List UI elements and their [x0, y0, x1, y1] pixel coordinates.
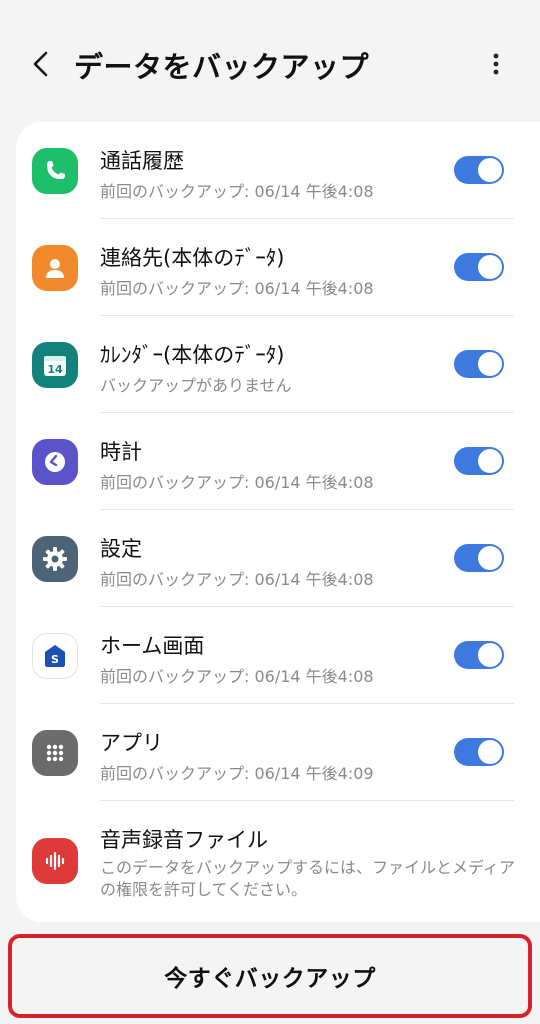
toggle-knob [478, 255, 502, 279]
more-options-button[interactable] [484, 48, 508, 80]
item-subtitle: 前回のバックアップ: 06/14 午後4:08 [100, 182, 374, 201]
item-subtitle: 前回のバックアップ: 06/14 午後4:08 [100, 570, 374, 589]
page-title: データをバックアップ [74, 50, 370, 84]
item-subtitle: 前回のバックアップ: 06/14 午後4:09 [100, 764, 374, 783]
clock-icon [32, 439, 78, 485]
backup-toggle[interactable] [454, 156, 504, 184]
item-title: アプリ [100, 731, 163, 755]
calendar-icon: 14 [32, 342, 78, 388]
backup-now-label: 今すぐバックアップ [164, 966, 376, 992]
item-title: 時計 [100, 440, 142, 464]
apps-grid-icon [32, 730, 78, 776]
list-item-voice-recordings[interactable]: 音声録音ファイル このデータをバックアップするには、ファイルとメディアの権限を許… [16, 801, 540, 916]
toggle-knob [478, 158, 502, 182]
item-title: 音声録音ファイル [100, 828, 268, 852]
backup-items-card: 通話履歴 前回のバックアップ: 06/14 午後4:08 連絡先(本体のﾃﾞｰﾀ… [16, 122, 540, 922]
list-item-calendar[interactable]: 14 ｶﾚﾝﾀﾞｰ(本体のﾃﾞｰﾀ) バックアップがありません [16, 316, 540, 413]
item-subtitle: バックアップがありません [100, 376, 292, 395]
contact-icon [32, 245, 78, 291]
backup-toggle[interactable] [454, 350, 504, 378]
list-item-home-screen[interactable]: S ホーム画面 前回のバックアップ: 06/14 午後4:08 [16, 607, 540, 704]
list-item-contacts[interactable]: 連絡先(本体のﾃﾞｰﾀ) 前回のバックアップ: 06/14 午後4:08 [16, 219, 540, 316]
item-title: 設定 [100, 537, 142, 561]
backup-screen: データをバックアップ 通話履歴 前回のバックアップ: 06/14 午後4:08 [0, 0, 540, 1024]
item-title: 通話履歴 [100, 149, 184, 173]
item-subtitle: このデータをバックアップするには、ファイルとメディアの権限を許可してください。 [100, 858, 515, 899]
more-vertical-icon [493, 53, 499, 75]
phone-icon [32, 148, 78, 194]
toggle-knob [478, 643, 502, 667]
toggle-knob [478, 546, 502, 570]
toggle-knob [478, 740, 502, 764]
item-subtitle: 前回のバックアップ: 06/14 午後4:08 [100, 279, 374, 298]
item-title: ｶﾚﾝﾀﾞｰ(本体のﾃﾞｰﾀ) [100, 343, 285, 367]
backup-toggle[interactable] [454, 253, 504, 281]
item-title: 連絡先(本体のﾃﾞｰﾀ) [100, 246, 285, 270]
backup-now-button[interactable]: 今すぐバックアップ [8, 934, 532, 1018]
item-subtitle: 前回のバックアップ: 06/14 午後4:08 [100, 473, 374, 492]
backup-toggle[interactable] [454, 447, 504, 475]
item-subtitle: 前回のバックアップ: 06/14 午後4:08 [100, 667, 374, 686]
list-item-clock[interactable]: 時計 前回のバックアップ: 06/14 午後4:08 [16, 413, 540, 510]
voice-recorder-icon [32, 838, 78, 884]
list-item-settings[interactable]: 設定 前回のバックアップ: 06/14 午後4:08 [16, 510, 540, 607]
backup-toggle[interactable] [454, 641, 504, 669]
chevron-left-icon [33, 51, 48, 77]
backup-toggle[interactable] [454, 738, 504, 766]
list-item-apps[interactable]: アプリ 前回のバックアップ: 06/14 午後4:09 [16, 704, 540, 801]
app-header: データをバックアップ [0, 0, 540, 125]
toggle-knob [478, 449, 502, 473]
list-item-call-log[interactable]: 通話履歴 前回のバックアップ: 06/14 午後4:08 [16, 122, 540, 219]
back-button[interactable] [26, 48, 58, 80]
gear-icon [32, 536, 78, 582]
home-icon-letter: S [51, 653, 59, 666]
backup-toggle[interactable] [454, 544, 504, 572]
home-screen-icon: S [32, 633, 78, 679]
toggle-knob [478, 352, 502, 376]
item-title: ホーム画面 [100, 634, 205, 658]
calendar-day-text: 14 [47, 363, 63, 376]
